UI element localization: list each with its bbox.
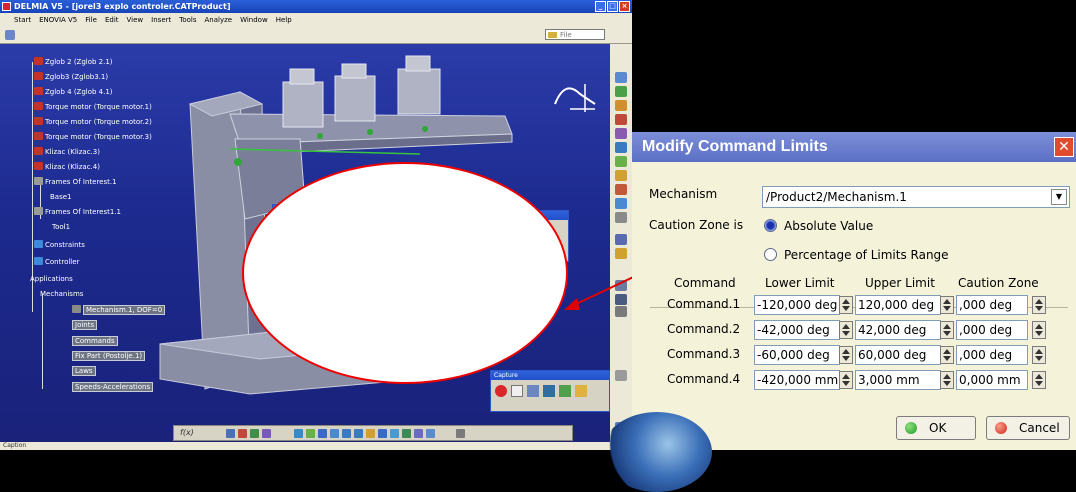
percentage-radio[interactable] — [764, 248, 777, 261]
cancel-icon — [995, 422, 1007, 434]
command-label: Command.1 — [667, 297, 741, 311]
lower-limit-field[interactable]: -42,000 deg — [754, 320, 840, 340]
upper-limit-stepper[interactable] — [940, 321, 954, 339]
caution-zone-stepper[interactable] — [1032, 296, 1046, 314]
absolute-value-radio[interactable] — [764, 219, 777, 232]
caution-zone-stepper[interactable] — [1032, 346, 1046, 364]
lower-limit-field[interactable]: -420,000 mm — [754, 370, 840, 390]
command-label: Command.3 — [667, 347, 741, 361]
lower-limit-stepper[interactable] — [839, 346, 853, 364]
column-header-caution: Caution Zone — [958, 276, 1039, 290]
upper-limit-stepper[interactable] — [940, 296, 954, 314]
modify-command-limits-dialog: Modify Command Limits ✕ Mechanism /Produ… — [602, 132, 1076, 492]
mechanism-select[interactable]: /Product2/Mechanism.1 ▼ — [762, 186, 1070, 208]
lower-limit-stepper[interactable] — [839, 321, 853, 339]
command-label: Command.4 — [667, 372, 741, 386]
mechanism-label: Mechanism — [649, 187, 718, 201]
dialog-title: Modify Command Limits — [632, 132, 1076, 162]
lower-limit-field[interactable]: -120,000 deg — [754, 295, 840, 315]
upper-limit-field[interactable]: 120,000 deg — [855, 295, 941, 315]
column-header-upper: Upper Limit — [865, 276, 935, 290]
column-header-lower: Lower Limit — [765, 276, 835, 290]
caution-zone-field[interactable]: ,000 deg — [956, 295, 1028, 315]
upper-limit-field[interactable]: 60,000 deg — [855, 345, 941, 365]
ok-button[interactable]: OK — [896, 416, 976, 440]
upper-limit-stepper[interactable] — [940, 371, 954, 389]
caution-zone-stepper[interactable] — [1032, 371, 1046, 389]
caution-zone-field[interactable]: ,000 deg — [956, 345, 1028, 365]
command-label: Command.2 — [667, 322, 741, 336]
decorative-globe — [602, 412, 712, 492]
caution-zone-label: Caution Zone is — [649, 218, 744, 232]
caution-zone-field[interactable]: 0,000 mm — [956, 370, 1028, 390]
close-icon[interactable]: ✕ — [1054, 137, 1074, 157]
lower-limit-stepper[interactable] — [839, 371, 853, 389]
mechanism-value: /Product2/Mechanism.1 — [766, 190, 907, 204]
ok-icon — [905, 422, 917, 434]
absolute-value-label: Absolute Value — [784, 219, 874, 233]
upper-limit-field[interactable]: 42,000 deg — [855, 320, 941, 340]
lower-limit-stepper[interactable] — [839, 296, 853, 314]
caution-zone-stepper[interactable] — [1032, 321, 1046, 339]
lower-limit-field[interactable]: -60,000 deg — [754, 345, 840, 365]
column-header-command: Command — [674, 276, 736, 290]
percentage-label: Percentage of Limits Range — [784, 248, 949, 262]
chevron-down-icon[interactable]: ▼ — [1051, 189, 1067, 205]
caution-zone-field[interactable]: ,000 deg — [956, 320, 1028, 340]
cancel-button[interactable]: Cancel — [986, 416, 1070, 440]
upper-limit-stepper[interactable] — [940, 346, 954, 364]
upper-limit-field[interactable]: 3,000 mm — [855, 370, 941, 390]
